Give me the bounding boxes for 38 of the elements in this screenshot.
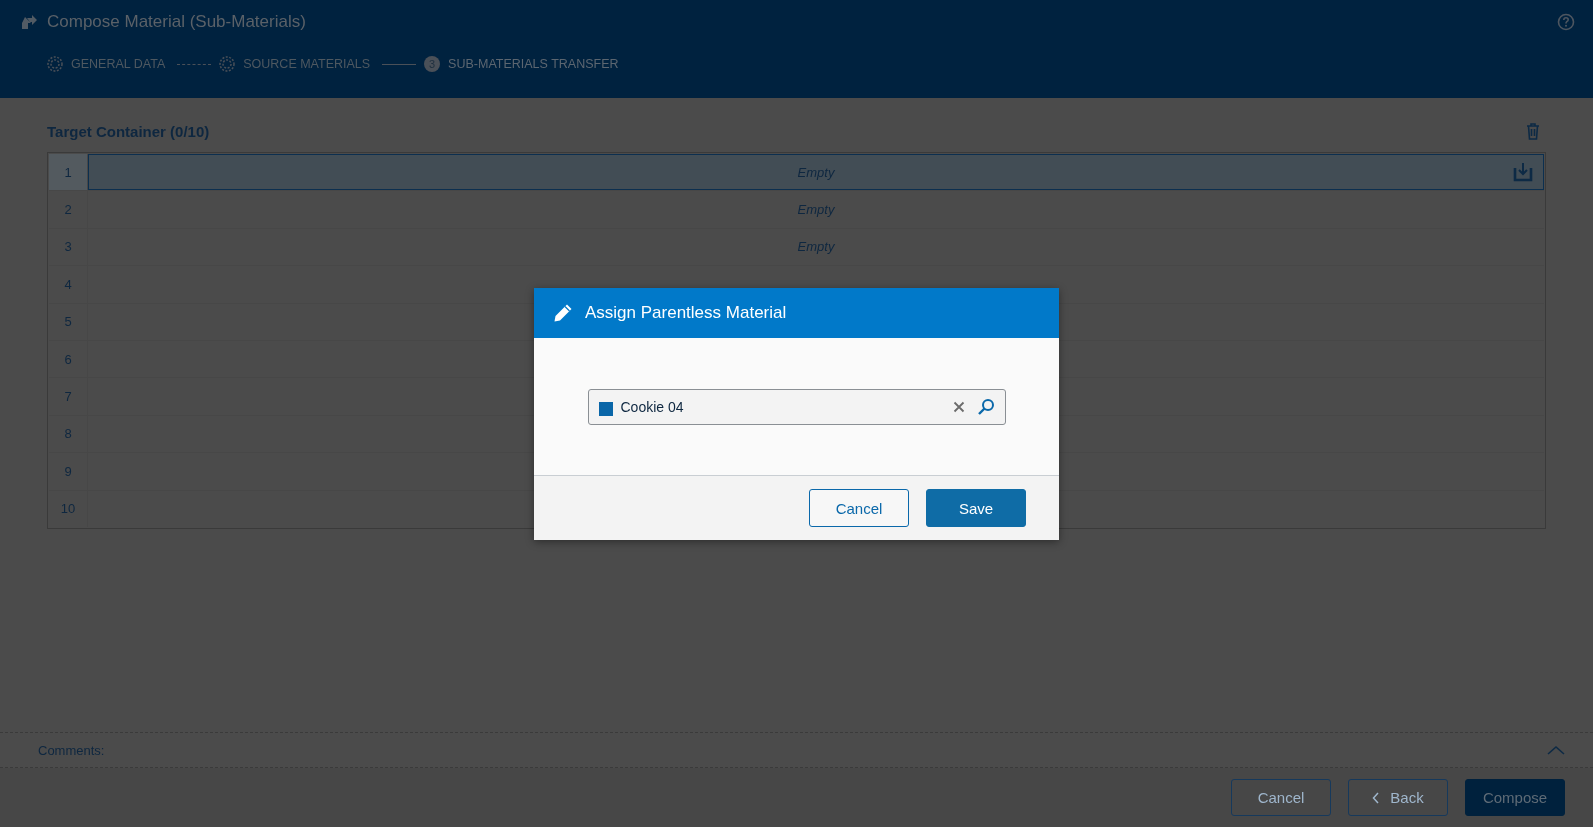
row-number: 7 <box>49 378 88 415</box>
row-number: 5 <box>49 303 88 340</box>
dialog-title: Assign Parentless Material <box>585 303 787 323</box>
row-number: 8 <box>49 415 88 453</box>
help-icon[interactable] <box>1557 13 1575 31</box>
footer-button[interactable]: Back <box>1348 779 1448 816</box>
comments-label: Comments: <box>38 742 105 758</box>
row-number: 2 <box>49 191 88 228</box>
field-value: Cookie 04 <box>620 398 685 415</box>
slot-status: Empty <box>797 239 835 255</box>
page-title: Compose Material (Sub-Materials) <box>47 12 307 32</box>
section-title: Target Container (0/10) <box>47 123 210 140</box>
material-field[interactable]: Cookie 04 <box>587 388 1006 425</box>
slot-row[interactable]: Empty <box>88 228 1544 266</box>
step-tab[interactable]: SOURCE MATERIALS <box>243 57 371 71</box>
dialog-button[interactable]: Cancel <box>809 489 909 527</box>
dialog-button[interactable]: Save <box>926 489 1026 527</box>
square-icon <box>598 401 613 416</box>
trash-icon[interactable] <box>1526 123 1540 140</box>
chevron-left-icon <box>1372 791 1381 804</box>
chevron-up-icon[interactable] <box>1547 745 1565 755</box>
row-number: 9 <box>49 453 88 490</box>
slot-status: Empty <box>797 202 835 218</box>
footer-button[interactable]: Compose <box>1465 779 1565 816</box>
row-number: 3 <box>49 228 88 266</box>
row-number: 10 <box>49 490 88 527</box>
slot-row[interactable]: Empty <box>88 191 1544 228</box>
step-tab[interactable]: GENERAL DATA <box>71 57 166 71</box>
footer-button[interactable]: Cancel <box>1231 779 1331 816</box>
download-icon[interactable] <box>1513 162 1533 182</box>
row-number: 6 <box>49 340 88 378</box>
row-number: 1 <box>49 154 88 191</box>
search-icon[interactable] <box>976 397 995 416</box>
clear-icon[interactable] <box>952 400 965 413</box>
arrow-icon <box>20 14 38 30</box>
row-number: 4 <box>49 266 88 303</box>
step-tab[interactable]: SUB-MATERIALS TRANSFER <box>448 57 619 71</box>
pencil-icon <box>553 303 573 323</box>
